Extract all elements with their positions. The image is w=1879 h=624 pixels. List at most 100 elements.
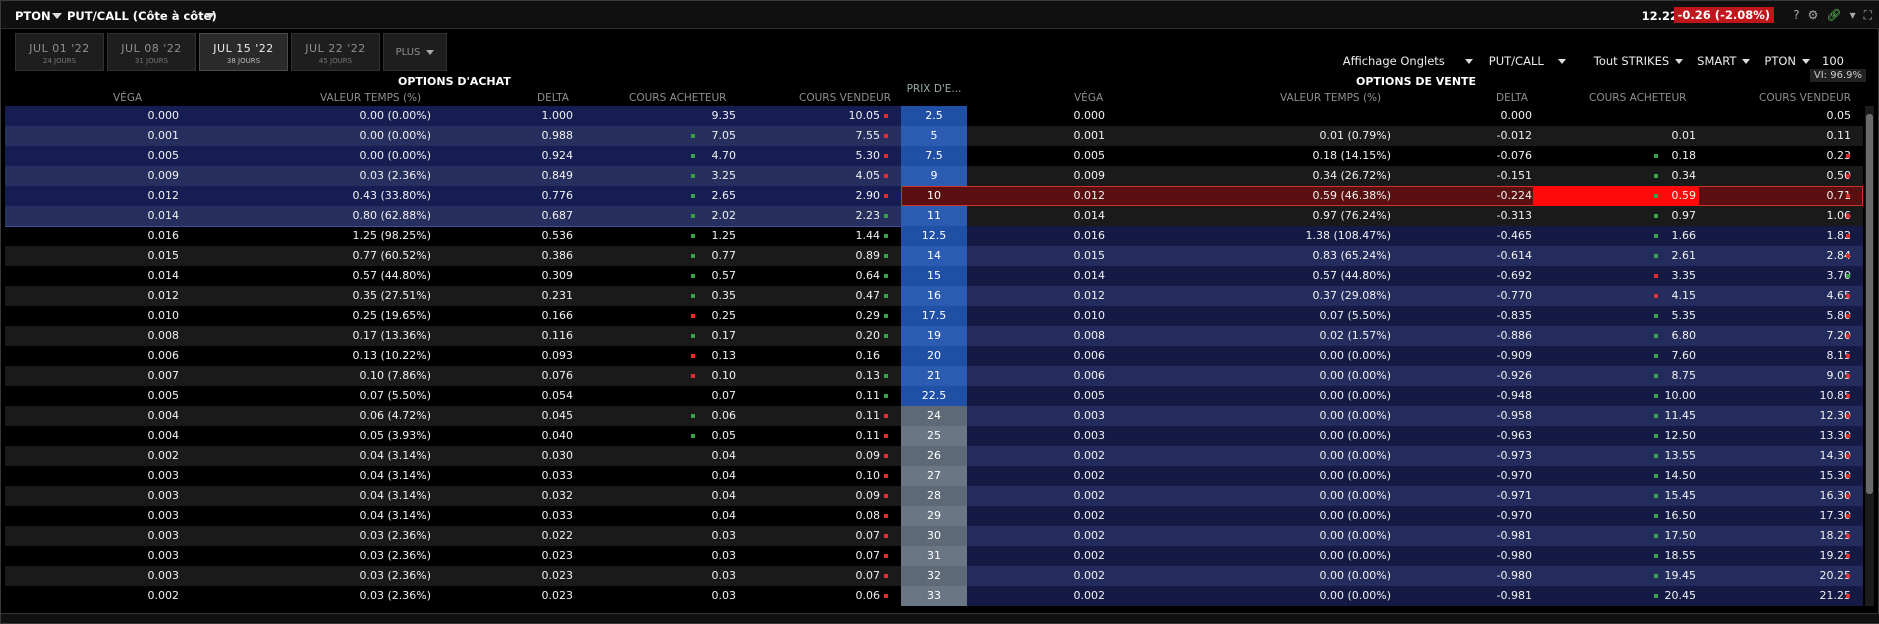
put-bid-cell[interactable]: 4.15 [1672, 289, 1697, 302]
put-time-value-cell[interactable]: 0.00 (0.00%) [1319, 529, 1391, 542]
put-vega-cell[interactable]: 0.005 [1074, 149, 1106, 162]
strike-cell[interactable]: 33 [901, 586, 967, 606]
put-vega-cell[interactable]: 0.012 [1074, 189, 1106, 202]
put-delta-header[interactable]: DELTA [1496, 92, 1528, 104]
call-vega-cell[interactable]: 0.006 [148, 349, 180, 362]
put-vega-cell[interactable]: 0.014 [1074, 209, 1106, 222]
call-time-value-cell[interactable]: 0.06 (4.72%) [359, 409, 431, 422]
call-ask-cell[interactable]: 0.11 [856, 389, 881, 402]
call-vega-cell[interactable]: 0.003 [148, 569, 180, 582]
put-ask-header[interactable]: COURS VENDEUR [1759, 92, 1851, 104]
put-time-value-cell[interactable]: 0.83 (65.24%) [1312, 249, 1391, 262]
table-row[interactable]: 26 0.002 0.04 (3.14%) 0.030 0.04 0.09 0.002 0.0… [1, 446, 1867, 466]
call-ask-cell[interactable]: 10.05 [849, 109, 881, 122]
table-row[interactable]: 20 0.006 0.13 (10.22%) 0.093 0.13 0.16 0.006 0.… [1, 346, 1867, 366]
call-time-value-cell[interactable]: 0.05 (3.93%) [359, 429, 431, 442]
put-bid-cell[interactable]: 1.66 [1672, 229, 1697, 242]
gear-icon[interactable]: ⚙ [1808, 8, 1819, 22]
table-row[interactable]: 17.5 0.010 0.25 (19.65%) 0.166 0.25 0.29 0.010… [1, 306, 1867, 326]
table-row[interactable]: 16 0.012 0.35 (27.51%) 0.231 0.35 0.47 0.012 0.… [1, 286, 1867, 306]
call-ask-cell[interactable]: 4.05 [856, 169, 881, 182]
call-timevalue-header[interactable]: VALEUR TEMPS (%) [320, 92, 421, 104]
call-bid-cell[interactable]: 0.03 [712, 529, 737, 542]
call-vega-header[interactable]: VÉGA [113, 92, 142, 104]
call-time-value-cell[interactable]: 0.17 (13.36%) [352, 329, 431, 342]
put-time-value-cell[interactable]: 0.00 (0.00%) [1319, 549, 1391, 562]
call-delta-cell[interactable]: 1.000 [542, 109, 574, 122]
put-delta-cell[interactable]: -0.971 [1497, 489, 1532, 502]
put-bid-cell[interactable]: 0.18 [1672, 149, 1697, 162]
strikes-dropdown[interactable]: Tout STRIKES [1594, 54, 1684, 68]
call-bid-cell[interactable]: 0.03 [712, 549, 737, 562]
strike-cell[interactable]: 21 [901, 366, 967, 386]
put-time-value-cell[interactable]: 0.00 (0.00%) [1319, 369, 1391, 382]
call-ask-cell[interactable]: 2.90 [856, 189, 881, 202]
call-bid-cell[interactable]: 4.70 [712, 149, 737, 162]
call-bid-cell[interactable]: 0.04 [712, 489, 737, 502]
call-time-value-cell[interactable]: 0.25 (19.65%) [352, 309, 431, 322]
call-bid-cell[interactable]: 0.04 [712, 469, 737, 482]
table-row[interactable]: 33 0.002 0.03 (2.36%) 0.023 0.03 0.06 0.002 0.0… [1, 586, 1867, 606]
call-delta-cell[interactable]: 0.076 [542, 369, 574, 382]
put-delta-cell[interactable]: -0.886 [1497, 329, 1532, 342]
strike-cell[interactable]: 7.5 [901, 146, 967, 166]
call-delta-cell[interactable]: 0.988 [542, 129, 574, 142]
strike-cell[interactable]: 2.5 [901, 106, 967, 126]
call-time-value-cell[interactable]: 0.80 (62.88%) [352, 209, 431, 222]
put-delta-cell[interactable]: -0.692 [1497, 269, 1532, 282]
call-ask-cell[interactable]: 0.07 [856, 549, 881, 562]
strike-cell[interactable]: 9 [901, 166, 967, 186]
call-bid-cell[interactable]: 0.35 [712, 289, 737, 302]
strike-cell[interactable]: 30 [901, 526, 967, 546]
put-vega-cell[interactable]: 0.009 [1074, 169, 1106, 182]
call-bid-cell[interactable]: 0.17 [712, 329, 737, 342]
call-delta-cell[interactable]: 0.032 [542, 489, 574, 502]
call-vega-cell[interactable]: 0.005 [148, 149, 180, 162]
put-bid-cell[interactable]: 7.60 [1672, 349, 1697, 362]
call-delta-cell[interactable]: 0.030 [542, 449, 574, 462]
put-vega-cell[interactable]: 0.006 [1074, 369, 1106, 382]
symbol-selector[interactable]: PTON [15, 9, 51, 23]
tab-expiry-4[interactable]: JUL 22 '22 45 JOURS [291, 33, 380, 71]
call-vega-cell[interactable]: 0.014 [148, 269, 180, 282]
put-vega-cell[interactable]: 0.002 [1074, 589, 1106, 602]
table-row[interactable]: 30 0.003 0.03 (2.36%) 0.022 0.03 0.07 0.002 0.0… [1, 526, 1867, 546]
strike-cell[interactable]: 26 [901, 446, 967, 466]
strike-cell[interactable]: 32 [901, 566, 967, 586]
put-vega-cell[interactable]: 0.003 [1074, 429, 1106, 442]
put-timevalue-header[interactable]: VALEUR TEMPS (%) [1280, 92, 1381, 104]
put-time-value-cell[interactable]: 0.00 (0.00%) [1319, 409, 1391, 422]
view-dropdown-icon[interactable] [205, 13, 215, 19]
call-time-value-cell[interactable]: 0.07 (5.50%) [359, 389, 431, 402]
call-time-value-cell[interactable]: 0.04 (3.14%) [359, 489, 431, 502]
call-vega-cell[interactable]: 0.003 [148, 489, 180, 502]
call-delta-cell[interactable]: 0.033 [542, 469, 574, 482]
put-vega-cell[interactable]: 0.003 [1074, 409, 1106, 422]
putcall-dropdown[interactable]: PUT/CALL [1489, 54, 1566, 68]
strike-cell[interactable]: 17.5 [901, 306, 967, 326]
call-vega-cell[interactable]: 0.012 [148, 289, 180, 302]
call-delta-cell[interactable]: 0.023 [542, 569, 574, 582]
call-time-value-cell[interactable]: 0.03 (2.36%) [359, 169, 431, 182]
call-ask-cell[interactable]: 7.55 [856, 129, 881, 142]
call-vega-cell[interactable]: 0.012 [148, 189, 180, 202]
put-delta-cell[interactable]: -0.012 [1497, 129, 1532, 142]
put-bid-cell[interactable]: 18.55 [1665, 549, 1697, 562]
call-ask-cell[interactable]: 0.08 [856, 509, 881, 522]
put-bid-cell[interactable]: 14.50 [1665, 469, 1697, 482]
put-bid-cell[interactable]: 0.01 [1672, 129, 1697, 142]
call-ask-header[interactable]: COURS VENDEUR [799, 92, 891, 104]
call-delta-cell[interactable]: 0.022 [542, 529, 574, 542]
put-delta-cell[interactable]: -0.770 [1497, 289, 1532, 302]
put-delta-cell[interactable]: -0.963 [1497, 429, 1532, 442]
call-delta-cell[interactable]: 0.536 [542, 229, 574, 242]
call-time-value-cell[interactable]: 0.00 (0.00%) [359, 129, 431, 142]
put-time-value-cell[interactable]: 0.00 (0.00%) [1319, 489, 1391, 502]
put-vega-cell[interactable]: 0.016 [1074, 229, 1106, 242]
call-ask-cell[interactable]: 0.29 [856, 309, 881, 322]
call-vega-cell[interactable]: 0.004 [148, 429, 180, 442]
call-delta-cell[interactable]: 0.116 [542, 329, 574, 342]
strike-cell[interactable]: 24 [901, 406, 967, 426]
put-time-value-cell[interactable]: 1.38 (108.47%) [1305, 229, 1391, 242]
put-delta-cell[interactable]: 0.000 [1501, 109, 1533, 122]
